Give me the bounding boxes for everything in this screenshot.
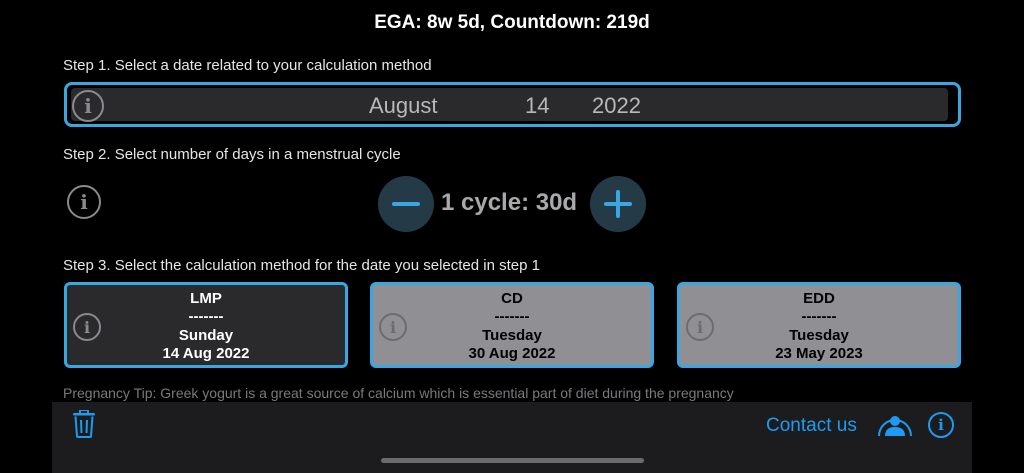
- date-day[interactable]: 14: [525, 93, 549, 119]
- card-weekday: Sunday: [178, 326, 234, 344]
- increase-cycle-button[interactable]: [590, 176, 646, 232]
- date-month[interactable]: August: [369, 93, 438, 119]
- plus-icon: [604, 190, 632, 218]
- step2-label: Step 2. Select number of days in a menst…: [63, 146, 401, 163]
- card-title: EDD: [803, 290, 835, 307]
- cycle-info-icon[interactable]: i: [67, 185, 101, 219]
- card-date: 14 Aug 2022: [162, 344, 250, 362]
- decrease-cycle-button[interactable]: [378, 176, 434, 232]
- step1-label: Step 1. Select a date related to your ca…: [63, 57, 432, 74]
- card-title: CD: [501, 290, 523, 307]
- card-divider: -------: [494, 308, 530, 326]
- card-title: LMP: [190, 290, 222, 307]
- method-card-cd[interactable]: i CD ------- Tuesday 30 Aug 2022: [370, 282, 654, 368]
- step3-label: Step 3. Select the calculation method fo…: [63, 257, 540, 274]
- info-icon[interactable]: i: [928, 412, 954, 438]
- date-picker-wheel[interactable]: i August 14 2022: [71, 88, 948, 122]
- minus-icon: [392, 202, 420, 206]
- date-picker[interactable]: i August 14 2022: [64, 82, 961, 127]
- home-indicator[interactable]: [381, 458, 644, 463]
- person-circle-icon[interactable]: [877, 412, 913, 438]
- card-divider: -------: [188, 308, 224, 326]
- info-icon[interactable]: i: [72, 90, 104, 122]
- card-divider: -------: [801, 308, 837, 326]
- method-card-edd[interactable]: i EDD ------- Tuesday 23 May 2023: [677, 282, 961, 368]
- card-weekday: Tuesday: [482, 326, 542, 344]
- card-date: 30 Aug 2022: [468, 344, 556, 362]
- card-weekday: Tuesday: [789, 326, 849, 344]
- cycle-length-value: 1 cycle: 30d: [441, 189, 578, 216]
- card-date: 23 May 2023: [775, 344, 863, 362]
- date-year[interactable]: 2022: [592, 93, 641, 119]
- pregnancy-tip: Pregnancy Tip: Greek yogurt is a great s…: [63, 385, 734, 401]
- trash-icon[interactable]: [72, 410, 96, 438]
- method-card-lmp[interactable]: i LMP ------- Sunday 14 Aug 2022: [64, 282, 348, 368]
- contact-us-link[interactable]: Contact us: [766, 415, 857, 437]
- page-title: EGA: 8w 5d, Countdown: 219d: [374, 12, 650, 33]
